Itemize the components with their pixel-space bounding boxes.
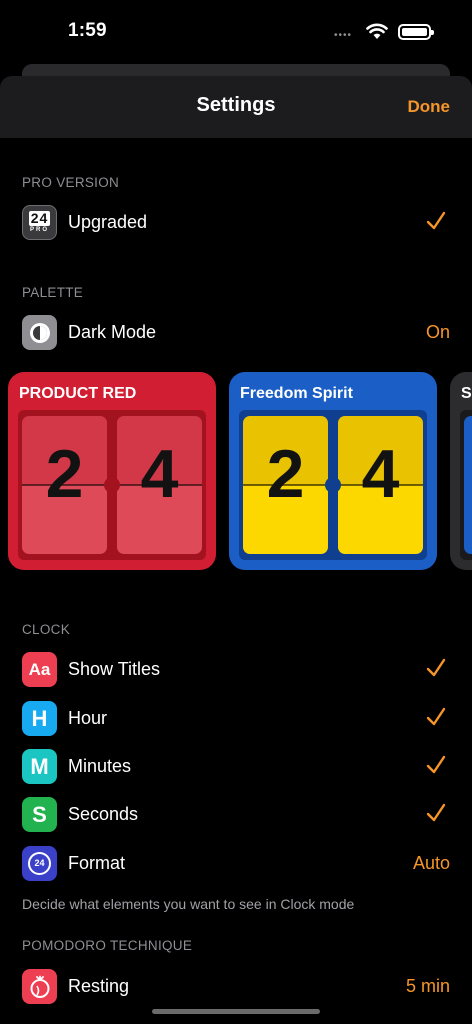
flip-tile: 4 (338, 416, 423, 554)
section-header-pro: PRO VERSION (22, 175, 120, 190)
flip-clock-preview (460, 410, 472, 560)
upgraded-row[interactable]: 24 PRO Upgraded (0, 200, 472, 244)
minutes-label: Minutes (68, 756, 132, 776)
status-bar: 1:59 •••• (0, 0, 472, 60)
hinge-dot (325, 477, 341, 493)
seconds-letter-icon: S (22, 797, 57, 832)
hour-letter-icon: H (22, 701, 57, 736)
format-value: Auto (412, 853, 450, 873)
section-header-clock: CLOCK (22, 622, 71, 637)
theme-card-partial[interactable]: S (450, 372, 472, 570)
flip-clock-preview: 2 4 (18, 410, 206, 560)
checkmark-icon (426, 803, 446, 822)
status-time: 1:59 (68, 20, 107, 41)
checkmark-icon (426, 755, 446, 774)
theme-card-freedom-spirit[interactable]: Freedom Spirit 2 4 (229, 372, 437, 570)
dark-mode-value: On (425, 322, 450, 342)
format-label: Format (68, 853, 126, 873)
format-row[interactable]: 24 Format Auto (0, 841, 472, 885)
contrast-icon (22, 315, 57, 350)
hinge-dot (104, 477, 120, 493)
theme-name: Freedom Spirit (240, 385, 353, 402)
clock-footnote: Decide what elements you want to see in … (22, 896, 355, 912)
flip-tile (464, 416, 472, 554)
flip-digit: 4 (361, 436, 400, 512)
resting-row[interactable]: Resting 5 min (0, 964, 472, 1008)
theme-card-product-red[interactable]: PRODUCT RED 2 4 (8, 372, 216, 570)
seconds-row[interactable]: S Seconds (0, 792, 472, 836)
flip-tile: 4 (117, 416, 202, 554)
show-titles-row[interactable]: Aa Show Titles (0, 647, 472, 691)
24-hour-icon: 24 (22, 846, 57, 881)
hour-label: Hour (68, 708, 108, 728)
24-hour-icon-glyph: 24 (28, 852, 51, 875)
app-logo-badge: PRO (29, 227, 49, 233)
flip-tile: 2 (22, 416, 107, 554)
checkmark-icon (426, 707, 446, 726)
theme-carousel[interactable]: PRODUCT RED 2 4 Freedom Spirit 2 4 S (0, 372, 472, 572)
battery-icon (398, 24, 434, 40)
app-logo-icon: 24 PRO (22, 205, 57, 240)
app-logo-digits: 24 (28, 210, 51, 226)
wifi-icon (366, 22, 388, 45)
section-header-palette: PALETTE (22, 285, 84, 300)
hour-row[interactable]: H Hour (0, 696, 472, 740)
dark-mode-row[interactable]: Dark Mode On (0, 310, 472, 354)
minutes-letter-icon: M (22, 749, 57, 784)
theme-name: S (461, 385, 472, 402)
flip-tile: 2 (243, 416, 328, 554)
theme-name: PRODUCT RED (19, 385, 137, 402)
resting-label: Resting (68, 976, 130, 996)
minutes-row[interactable]: M Minutes (0, 744, 472, 788)
section-header-pomodoro: POMODORO TECHNIQUE (22, 938, 193, 953)
home-indicator (152, 1009, 320, 1014)
flip-digit: 2 (266, 436, 305, 512)
upgraded-label: Upgraded (68, 212, 148, 232)
navigation-bar: Settings Done (0, 76, 472, 138)
resting-value: 5 min (405, 976, 450, 996)
checkmark-icon (426, 211, 446, 230)
page-title: Settings (196, 94, 276, 116)
seconds-label: Seconds (68, 804, 139, 824)
cellular-signal-icon: •••• (334, 30, 353, 41)
checkmark-icon (426, 658, 446, 677)
dark-mode-label: Dark Mode (68, 322, 157, 342)
tomato-icon (22, 969, 57, 1004)
show-titles-label: Show Titles (68, 659, 161, 679)
flip-digit: 4 (140, 436, 179, 512)
flip-clock-preview: 2 4 (239, 410, 427, 560)
done-button[interactable]: Done (408, 97, 451, 117)
text-format-icon: Aa (22, 652, 57, 687)
flip-digit: 2 (45, 436, 84, 512)
